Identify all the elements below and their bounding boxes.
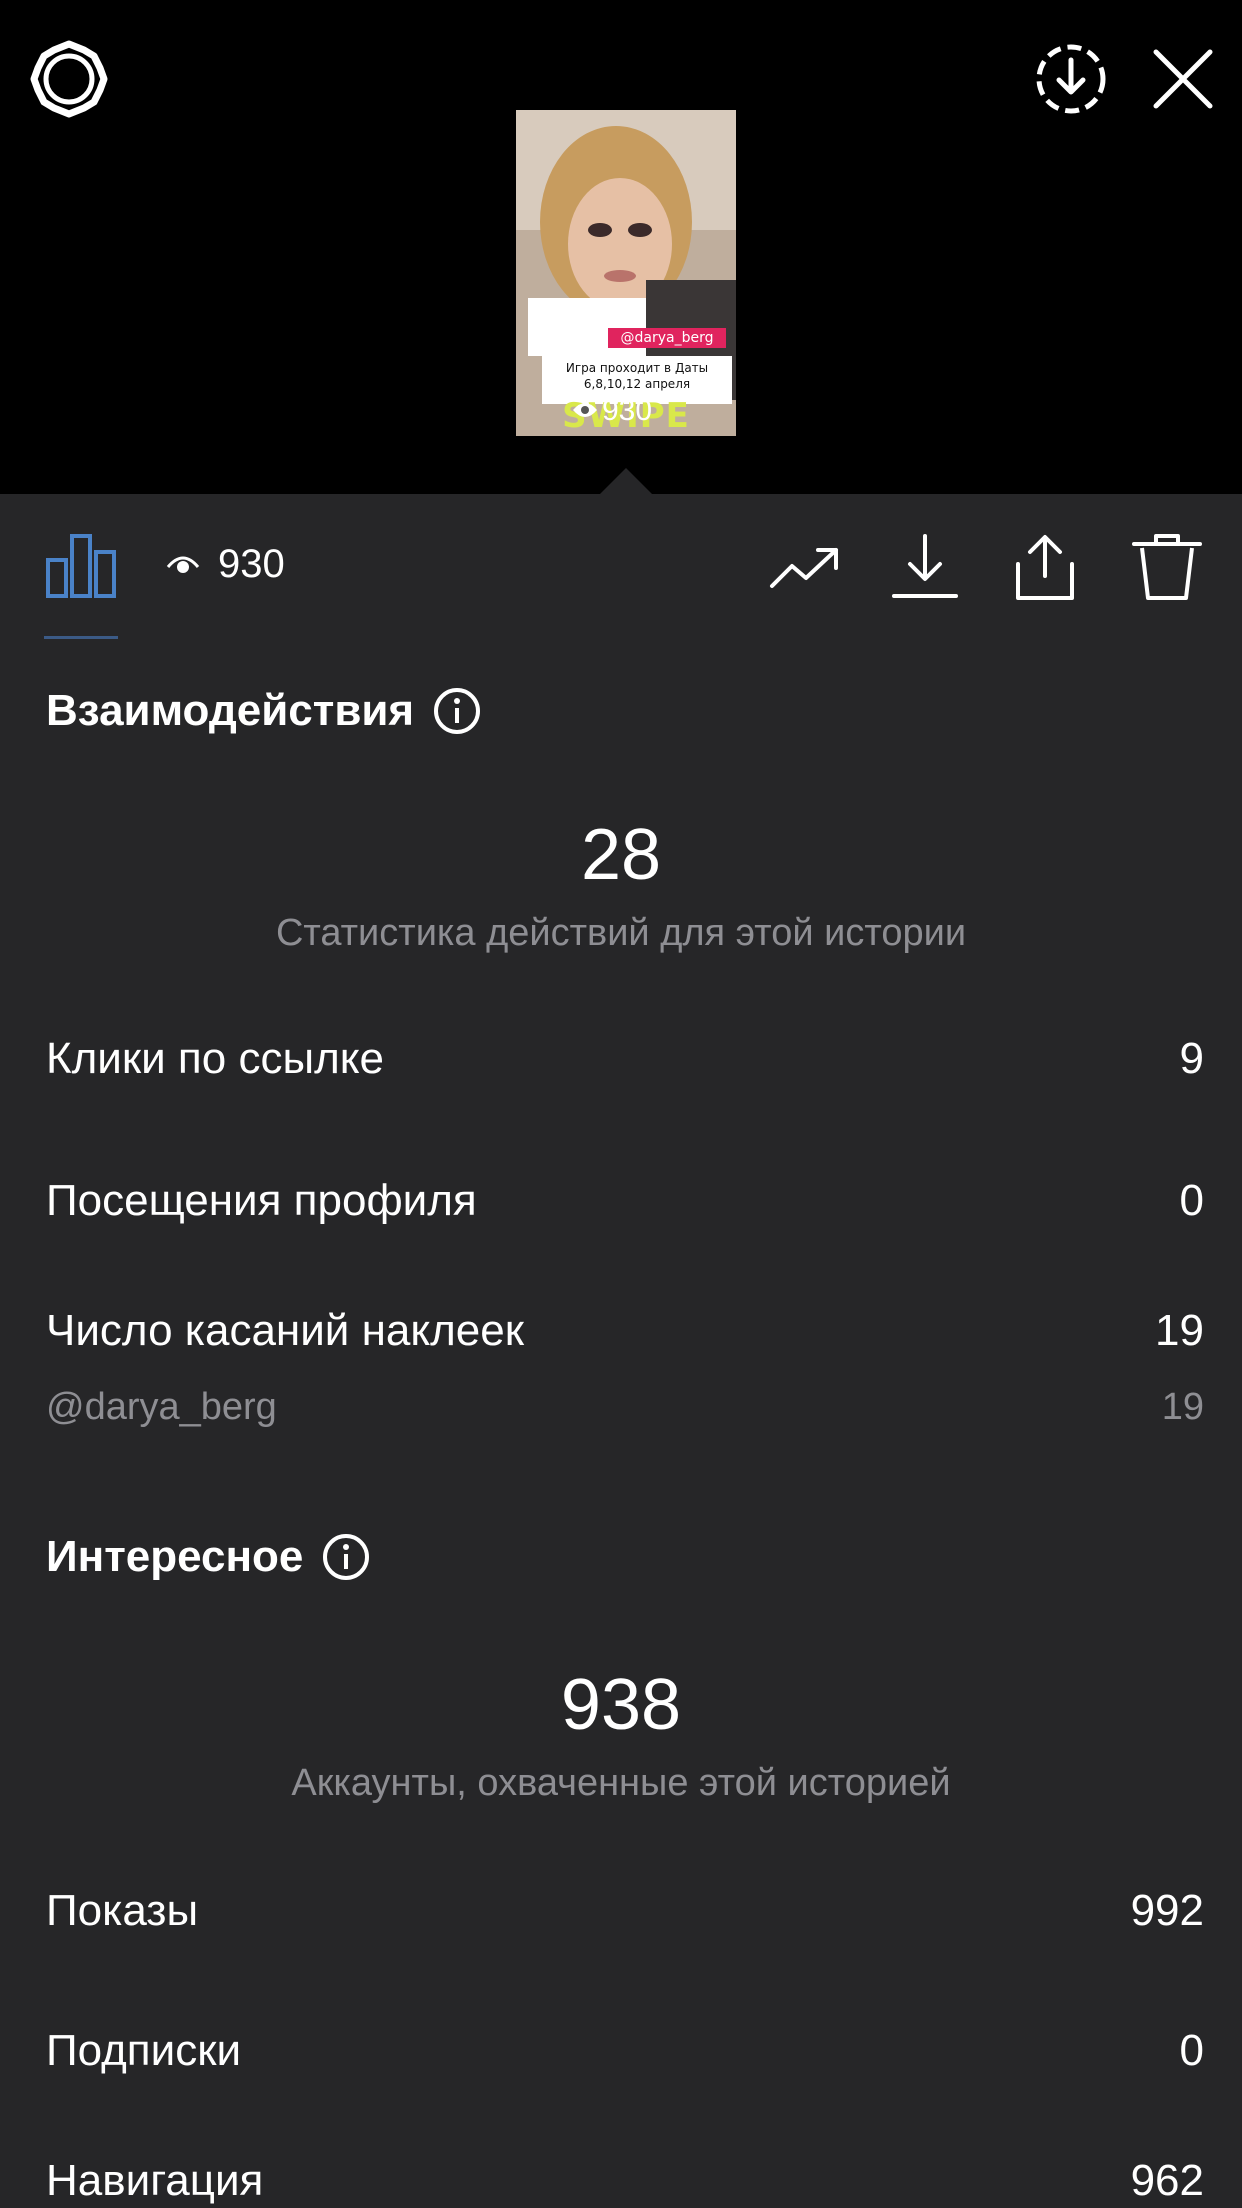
row-value: 962: [1130, 2156, 1204, 2205]
info-icon[interactable]: [432, 686, 482, 736]
download-icon[interactable]: [888, 532, 962, 602]
discovery-total: 938: [560, 1665, 682, 1745]
sticker-value: 19: [1161, 1386, 1204, 1428]
list-item: Навигация 962: [46, 2156, 1204, 2206]
discovery-section-title: Интересное: [46, 1532, 371, 1582]
story-thumbnail-views: 930: [572, 394, 652, 428]
list-item: Клики по ссылке 9: [46, 1034, 1204, 1084]
share-icon[interactable]: [1008, 532, 1082, 602]
thumbnail-view-count: 930: [602, 394, 653, 427]
list-item: Показы 992: [46, 1886, 1204, 1936]
settings-gear-icon[interactable]: [28, 38, 110, 120]
list-item: Посещения профиля 0: [46, 1176, 1204, 1226]
close-icon[interactable]: [1142, 38, 1224, 120]
insights-panel: 930 Взаимодействия 28 Статистика действи…: [0, 494, 1242, 2208]
row-value: 0: [1179, 1176, 1204, 1225]
trend-icon[interactable]: [768, 532, 842, 602]
row-label: Клики по ссылке: [46, 1034, 384, 1083]
story-mention-tag: @darya_berg: [608, 328, 726, 348]
sticker-sub-row: @darya_berg 19: [46, 1386, 1204, 1429]
sticker-label: @darya_berg: [46, 1386, 277, 1428]
list-item: Подписки 0: [46, 2026, 1204, 2076]
trash-icon[interactable]: [1130, 532, 1204, 602]
story-thumbnail[interactable]: @darya_berg Игра проходит в Даты 6,8,10,…: [516, 110, 736, 436]
row-label: Навигация: [46, 2156, 264, 2205]
interactions-title-text: Взаимодействия: [46, 686, 415, 735]
row-value: 19: [1155, 1306, 1204, 1355]
row-label: Число касаний наклеек: [46, 1306, 524, 1355]
row-label: Показы: [46, 1886, 199, 1935]
discovery-title-text: Интересное: [46, 1532, 304, 1581]
list-item: Число касаний наклеек 19: [46, 1306, 1204, 1356]
view-count-value: 930: [218, 541, 285, 586]
view-count: 930: [166, 536, 285, 592]
tab-underline: [44, 636, 118, 639]
eye-icon: [166, 542, 200, 587]
story-preview-area: @darya_berg Игра проходит в Даты 6,8,10,…: [0, 0, 1242, 496]
row-label: Подписки: [46, 2026, 242, 2075]
row-label: Посещения профиля: [46, 1176, 477, 1225]
row-value: 0: [1179, 2026, 1204, 2075]
interactions-section-title: Взаимодействия: [46, 686, 482, 736]
interactions-caption: Статистика действий для этой истории: [275, 912, 967, 954]
selection-pointer: [598, 468, 654, 496]
insights-toolbar: 930: [0, 494, 1242, 644]
row-value: 992: [1130, 1886, 1204, 1935]
discovery-caption: Аккаунты, охваченные этой историей: [291, 1762, 951, 1804]
info-icon[interactable]: [321, 1532, 371, 1582]
bar-chart-icon[interactable]: [44, 532, 118, 598]
row-value: 9: [1179, 1034, 1204, 1083]
download-circle-icon[interactable]: [1030, 38, 1112, 120]
eye-icon: [572, 394, 598, 428]
interactions-total: 28: [580, 815, 662, 895]
